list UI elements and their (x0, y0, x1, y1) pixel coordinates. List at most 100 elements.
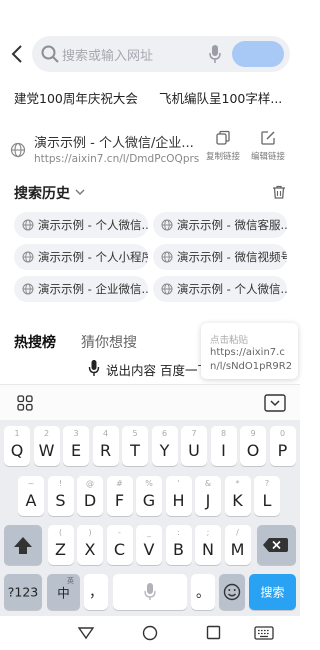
key-g[interactable]: % G (136, 476, 162, 516)
key-j[interactable]: & J (195, 476, 221, 516)
key-label: P (277, 441, 288, 460)
search-key[interactable]: 搜索 (249, 574, 296, 610)
key-o[interactable]: 9O (240, 426, 266, 466)
key-label: C (113, 540, 126, 559)
language-key[interactable]: 英 中 (47, 574, 80, 610)
key-y[interactable]: 6Y (151, 426, 178, 466)
tab-hot-list[interactable]: 热搜榜 (14, 332, 56, 352)
key-label: Q (10, 441, 24, 460)
globe-icon (22, 219, 34, 231)
history-chip[interactable]: 演示示例 - 企业微信... (14, 276, 148, 302)
home-circle-icon[interactable] (142, 625, 158, 641)
key-l[interactable]: ? L (254, 476, 280, 516)
history-chip-label: 演示示例 - 个人小程序 (38, 250, 148, 264)
search-button[interactable] (232, 41, 284, 67)
recents-square-icon[interactable] (206, 625, 221, 640)
comma-key[interactable]: ， (84, 574, 108, 610)
key-n[interactable]: ; N (195, 525, 221, 565)
hot-link-1[interactable]: 建党100周年庆祝大会 (14, 88, 138, 107)
history-chip-label: 演示示例 - 个人微信... (177, 282, 287, 296)
grid-icon[interactable] (17, 395, 33, 411)
keyboard: 1Q 2W 3E 4R 5T 6Y 7U 8I 9O 0P ~ A ! S @ D #… (0, 420, 300, 616)
shift-key[interactable] (4, 525, 42, 565)
key-p[interactable]: 0P (269, 426, 296, 466)
key-label: B (173, 540, 184, 559)
tab-guess[interactable]: 猜你想搜 (81, 332, 137, 352)
microphone-icon[interactable] (208, 44, 222, 64)
key-s[interactable]: ! S (47, 476, 74, 516)
key-b[interactable]: :B (165, 525, 192, 565)
backspace-key[interactable] (257, 525, 296, 565)
key-sub: ' (177, 479, 180, 488)
globe-icon (161, 251, 173, 263)
hot-link-2[interactable]: 飞机编队呈100字样... (159, 88, 282, 107)
keyboard-collapse-icon[interactable] (264, 394, 286, 412)
chevron-down-icon[interactable] (74, 186, 86, 198)
back-triangle-icon[interactable] (78, 626, 94, 640)
key-t[interactable]: 5T (122, 426, 148, 466)
search-input[interactable]: 搜索或输入网址 (32, 36, 290, 72)
key-label: U (188, 441, 200, 460)
key-q[interactable]: 1Q (4, 426, 30, 466)
clipboard-title: 演示示例 - 个人微信/企业... (34, 136, 194, 151)
history-chip[interactable]: 演示示例 - 个人小程序 (14, 244, 148, 270)
paste-popup[interactable]: 点击粘贴 https://aixin7.cn/l/sNdO1pR9R2 (201, 323, 298, 379)
key-sub: % (145, 479, 153, 488)
copy-icon (216, 130, 230, 145)
key-f[interactable]: # F (106, 476, 133, 516)
history-chip[interactable]: 演示示例 - 微信客服... (153, 212, 287, 238)
key-label: T (130, 441, 140, 460)
key-h[interactable]: ' H (165, 476, 192, 516)
clipboard-suggestion[interactable]: 演示示例 - 个人微信/企业... https://aixin7.cn/l/Dm… (0, 124, 300, 174)
history-chip[interactable]: 演示示例 - 微信视频号 (153, 244, 287, 270)
key-u[interactable]: 7U (181, 426, 207, 466)
history-chip-label: 演示示例 - 企业微信... (38, 282, 148, 296)
emoji-key[interactable] (219, 574, 245, 610)
microphone-icon (88, 360, 100, 376)
key-w[interactable]: 2W (33, 426, 60, 466)
search-bar-area: 搜索或输入网址 (0, 30, 300, 78)
key-label: S (55, 491, 66, 510)
numbers-key-label: ?123 (7, 584, 39, 600)
keyboard-toolbar (0, 384, 300, 420)
key-m[interactable]: / M (224, 525, 251, 565)
key-sub: 7 (191, 429, 197, 438)
key-sub: 0 (279, 429, 286, 438)
key-sub: 5 (132, 429, 138, 438)
key-sub: ) (88, 528, 92, 537)
copy-link-button[interactable]: 复制链接 (203, 130, 243, 162)
voice-search-bar[interactable]: 说出内容 百度一下 (0, 356, 210, 380)
key-x[interactable]: ) X (77, 525, 103, 565)
key-c[interactable]: -C (106, 525, 133, 565)
key-sub: 1 (14, 429, 20, 438)
key-sub: & (204, 479, 212, 488)
key-d[interactable]: @ D (77, 476, 103, 516)
microphone-icon (144, 583, 156, 600)
keyboard-icon[interactable] (254, 626, 274, 640)
shift-icon (14, 537, 32, 554)
key-v[interactable]: _ V (136, 525, 162, 565)
key-k[interactable]: * K (224, 476, 251, 516)
trash-icon[interactable] (271, 184, 287, 200)
globe-icon (161, 283, 173, 295)
paste-text: https://aixin7.cn/l/sNdO1pR9R2 (210, 347, 293, 372)
key-label: A (25, 491, 37, 510)
period-key[interactable]: 。 (191, 574, 215, 610)
history-chip-label: 演示示例 - 个人微信... (38, 218, 148, 232)
back-arrow-icon[interactable] (8, 42, 28, 66)
history-chip[interactable]: 演示示例 - 个人微信... (153, 276, 287, 302)
key-label: L (262, 491, 272, 510)
key-i[interactable]: 8I (210, 426, 237, 466)
edit-icon (261, 131, 275, 145)
key-e[interactable]: 3E (63, 426, 89, 466)
key-sub: 6 (161, 429, 168, 438)
key-sub: @ (86, 479, 94, 488)
history-chip[interactable]: 演示示例 - 个人微信... (14, 212, 148, 238)
numbers-key[interactable]: ?123 (4, 574, 42, 610)
key-z[interactable]: (Z (47, 525, 74, 565)
space-key[interactable] (113, 574, 187, 610)
key-a[interactable]: ~ A (18, 476, 44, 516)
key-label: V (143, 540, 155, 559)
edit-link-button[interactable]: 编辑链接 (248, 130, 288, 162)
key-r[interactable]: 4R (92, 426, 119, 466)
